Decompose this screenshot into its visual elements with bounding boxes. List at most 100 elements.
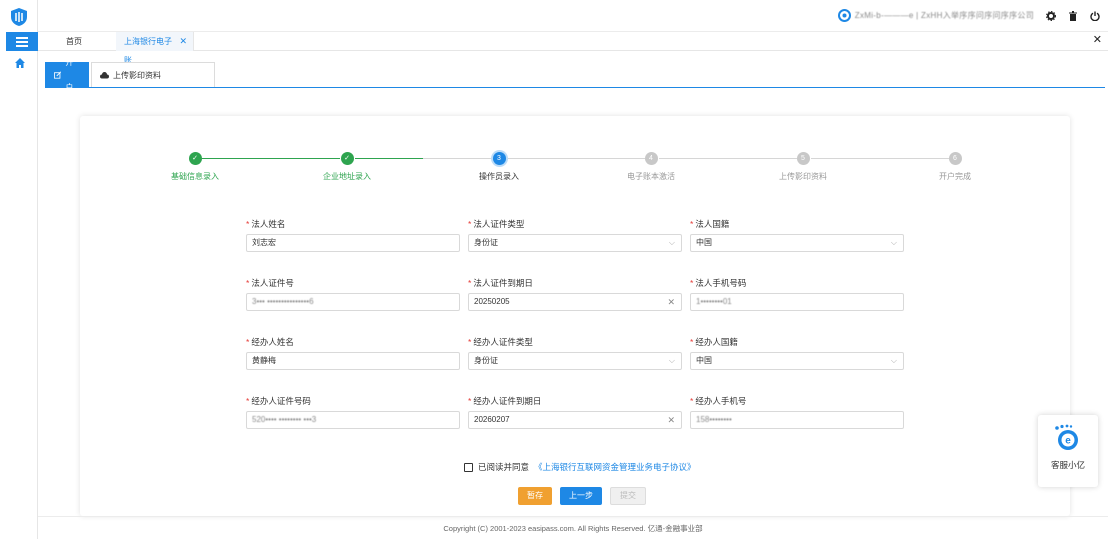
svg-text:e: e: [1065, 436, 1071, 447]
field-label: 法人证件号: [251, 278, 294, 288]
clear-icon[interactable]: ✕: [667, 294, 675, 310]
edit-icon: [54, 71, 62, 79]
agent-id-no-input[interactable]: 520•••• •••••••• •••3: [246, 411, 460, 429]
agent-name-input[interactable]: 黄静梅: [246, 352, 460, 370]
subtab-label: 开户: [65, 58, 74, 92]
check-icon: ✓: [340, 152, 354, 165]
operator-form-card: ✓ 基础信息录入 ✓ 企业地址录入 3 操作员录入 4 电子账本激活 5 上传影…: [80, 116, 1070, 516]
step-6: 6 开户完成: [895, 152, 1015, 182]
input-value: 520•••• •••••••• •••3: [252, 415, 317, 424]
step-label: 操作员录入: [479, 172, 519, 181]
select-value: 身份证: [474, 238, 498, 247]
input-value: 20260207: [474, 415, 510, 424]
required-mark: *: [468, 337, 472, 347]
required-mark: *: [246, 337, 250, 347]
left-rail: [0, 0, 38, 539]
legal-name-input[interactable]: 刘志宏: [246, 234, 460, 252]
required-mark: *: [690, 278, 694, 288]
close-all-tabs-icon[interactable]: ✕: [1093, 33, 1102, 46]
field-label: 法人手机号码: [695, 278, 747, 288]
tab-home[interactable]: 首页: [58, 32, 90, 51]
save-draft-button[interactable]: 暂存: [518, 487, 552, 505]
agent-phone-field: * 经办人手机号 158••••••••: [690, 395, 904, 429]
previous-step-button[interactable]: 上一步: [560, 487, 602, 505]
agent-id-type-select[interactable]: 身份证 ⌵: [468, 352, 682, 370]
agent-name-field: * 经办人姓名 黄静梅: [246, 336, 460, 370]
field-label: 经办人手机号: [695, 396, 747, 406]
required-mark: *: [246, 396, 250, 406]
field-label: 法人姓名: [251, 219, 286, 229]
legal-id-no-input[interactable]: 3••• •••••••••••••••6: [246, 293, 460, 311]
user-company-text: ZxMi-b-———e | ZxHH入举序序问序问序序公司: [854, 11, 1034, 20]
required-mark: *: [246, 219, 250, 229]
field-label: 法人证件到期日: [473, 278, 533, 288]
required-mark: *: [690, 396, 694, 406]
field-label: 经办人证件号码: [251, 396, 311, 406]
trash-icon[interactable]: [1068, 10, 1078, 21]
required-mark: *: [468, 278, 472, 288]
chevron-down-icon: ⌵: [668, 356, 675, 365]
chat-assistant-icon: e: [1055, 424, 1078, 450]
step-label: 企业地址录入: [323, 172, 371, 181]
step-label: 开户完成: [939, 172, 971, 181]
power-icon[interactable]: [1090, 11, 1100, 21]
agent-id-expiry-input[interactable]: 20260207 ✕: [468, 411, 682, 429]
step-1: ✓ 基础信息录入: [135, 152, 255, 182]
input-value: 1••••••••01: [696, 297, 732, 306]
customer-service-label: 客服小亿: [1050, 460, 1085, 470]
page-tab-strip: 首页 上海银行电子账... ✕ ✕: [38, 32, 1108, 65]
check-icon: ✓: [188, 152, 202, 165]
sub-tab-bar: 开户 上传影印资料: [45, 58, 1105, 92]
required-mark: *: [246, 278, 250, 288]
field-label: 法人国籍: [695, 219, 730, 229]
tab-label: 上海银行电子账...: [124, 37, 172, 65]
agreement-link[interactable]: 《上海银行互联网资金管理业务电子协议》: [534, 461, 696, 473]
tab-shanghai-bank[interactable]: 上海银行电子账... ✕: [116, 32, 194, 65]
user-info[interactable]: ZxMi-b-———e | ZxHH入举序序问序问序序公司: [837, 9, 1034, 22]
home-icon[interactable]: [14, 57, 26, 69]
legal-nationality-select[interactable]: 中国 ⌵: [690, 234, 904, 252]
agent-id-expiry-field: * 经办人证件到期日 20260207 ✕: [468, 395, 682, 429]
footer-copyright: Copyright (C) 2001-2023 easipass.com. Al…: [38, 516, 1108, 539]
required-mark: *: [690, 219, 694, 229]
agent-id-type-field: * 经办人证件类型 身份证 ⌵: [468, 336, 682, 370]
step-progress: ✓ 基础信息录入 ✓ 企业地址录入 3 操作员录入 4 电子账本激活 5 上传影…: [80, 116, 1070, 196]
menu-toggle-button[interactable]: [6, 32, 38, 51]
legal-id-type-select[interactable]: 身份证 ⌵: [468, 234, 682, 252]
step-number: 3: [492, 152, 506, 165]
agent-phone-input[interactable]: 158••••••••: [690, 411, 904, 429]
submit-button[interactable]: 提交: [610, 487, 646, 505]
step-number: 6: [948, 152, 962, 165]
required-mark: *: [468, 219, 472, 229]
gear-icon[interactable]: [1046, 10, 1056, 21]
required-mark: *: [468, 396, 472, 406]
legal-phone-field: * 法人手机号码 1••••••••01: [690, 277, 904, 311]
subtab-upload-docs[interactable]: 上传影印资料: [91, 62, 215, 87]
chevron-down-icon: ⌵: [890, 356, 897, 365]
customer-service-widget[interactable]: e 客服小亿: [1038, 415, 1098, 487]
field-label: 法人证件类型: [473, 219, 525, 229]
step-label: 基础信息录入: [171, 172, 219, 181]
legal-phone-input[interactable]: 1••••••••01: [690, 293, 904, 311]
chevron-down-icon: ⌵: [890, 238, 897, 247]
select-value: 身份证: [474, 356, 498, 365]
legal-id-type-field: * 法人证件类型 身份证 ⌵: [468, 218, 682, 252]
legal-nationality-field: * 法人国籍 中国 ⌵: [690, 218, 904, 252]
step-label: 上传影印资料: [779, 172, 827, 181]
subtab-open-account[interactable]: 开户: [45, 58, 89, 92]
field-label: 经办人证件到期日: [473, 396, 542, 406]
legal-name-field: * 法人姓名 刘志宏: [246, 218, 460, 252]
tab-close-icon[interactable]: ✕: [179, 32, 187, 51]
clear-icon[interactable]: ✕: [667, 412, 675, 428]
step-2: ✓ 企业地址录入: [287, 152, 407, 182]
field-label: 经办人国籍: [695, 337, 738, 347]
input-value: 3••• •••••••••••••••6: [252, 297, 314, 306]
legal-id-expiry-input[interactable]: 20250205 ✕: [468, 293, 682, 311]
agent-nationality-select[interactable]: 中国 ⌵: [690, 352, 904, 370]
agreement-prefix: 已阅读并同意: [478, 462, 530, 472]
input-value: 20250205: [474, 297, 510, 306]
field-label: 经办人证件类型: [473, 337, 533, 347]
chevron-down-icon: ⌵: [668, 238, 675, 247]
app-logo-icon: [11, 8, 27, 26]
agreement-checkbox[interactable]: [464, 462, 473, 472]
